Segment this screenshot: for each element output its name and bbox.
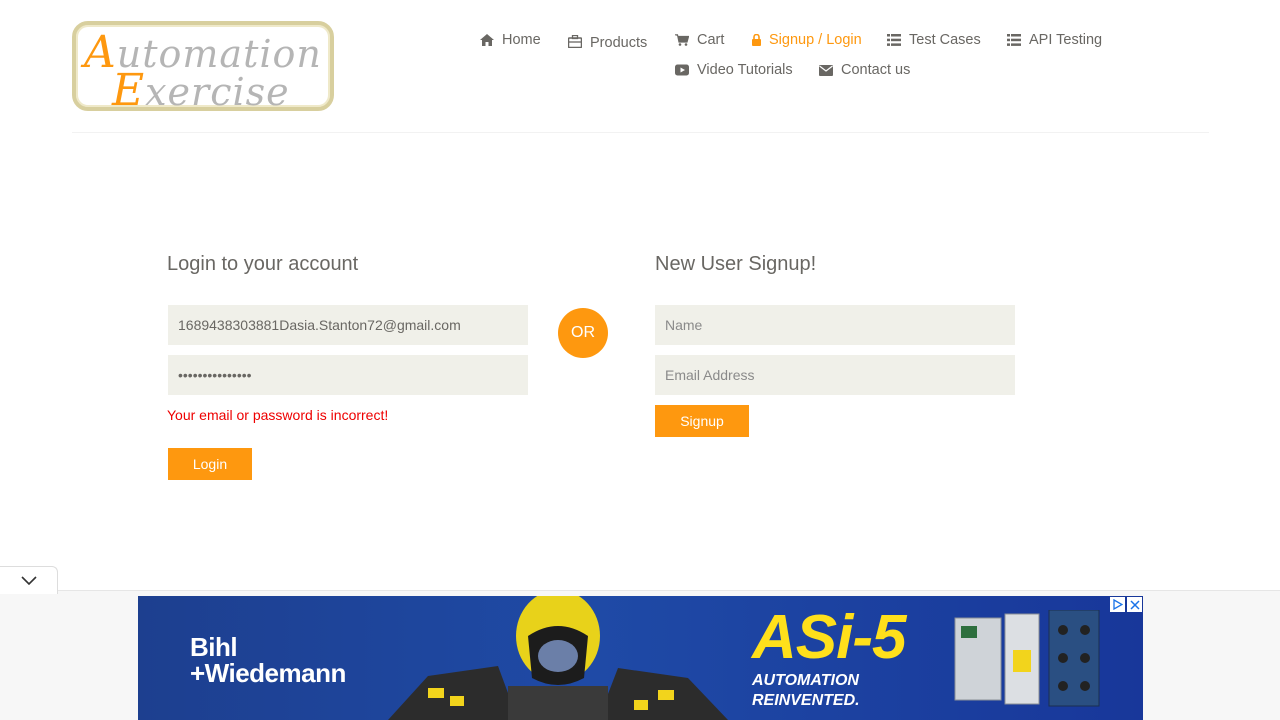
logo-line-2: Exercise <box>112 65 290 116</box>
or-badge: OR <box>558 308 608 358</box>
nav-signup-login[interactable]: Signup / Login <box>752 32 862 48</box>
nav-video-tutorials-label: Video Tutorials <box>697 62 793 78</box>
nav-home-label: Home <box>502 32 541 48</box>
signup-name-field[interactable]: Name <box>655 305 1015 345</box>
list-icon <box>887 34 901 46</box>
nav-home[interactable]: Home <box>480 32 541 48</box>
ad-choices-icon[interactable] <box>1110 597 1125 612</box>
header-divider <box>72 132 1209 133</box>
signup-email-field[interactable]: Email Address <box>655 355 1015 395</box>
nav-cart[interactable]: Cart <box>675 32 724 48</box>
ad-collapse-toggle[interactable] <box>0 566 58 594</box>
login-password-field[interactable]: ••••••••••••••• <box>168 355 528 395</box>
login-error-message: Your email or password is incorrect! <box>167 407 389 423</box>
login-button[interactable]: Login <box>168 448 252 480</box>
nav-test-cases-label: Test Cases <box>909 32 981 48</box>
briefcase-icon <box>568 34 582 48</box>
login-title: Login to your account <box>167 253 359 275</box>
nav-api-testing-label: API Testing <box>1029 32 1103 48</box>
chevron-down-icon <box>20 576 37 585</box>
signup-title: New User Signup! <box>655 253 817 275</box>
list-icon <box>1007 34 1021 46</box>
device-image <box>954 610 1100 707</box>
youtube-play-icon <box>675 64 689 76</box>
site-logo[interactable]: Automation Exercise <box>72 21 334 116</box>
nav-video-tutorials[interactable]: Video Tutorials <box>675 62 793 78</box>
advertisement-banner[interactable]: Bihl +Wiedemann ASi-5 AUTOMATION REINVEN… <box>138 596 1143 720</box>
ad-controls <box>1110 597 1142 612</box>
lock-icon <box>752 34 761 46</box>
nav-test-cases[interactable]: Test Cases <box>887 32 981 48</box>
ad-brand-line-2: +Wiedemann <box>190 658 346 688</box>
envelope-icon <box>819 64 833 76</box>
cart-icon <box>675 34 689 46</box>
nav-signup-login-label: Signup / Login <box>769 32 862 48</box>
nav-contact-us-label: Contact us <box>841 62 911 78</box>
signup-button[interactable]: Signup <box>655 405 749 437</box>
nav-cart-label: Cart <box>697 32 725 48</box>
ad-title: ASi-5 <box>752 603 906 672</box>
login-email-field[interactable]: 1689438303881Dasia.Stanton72@gmail.com <box>168 305 528 345</box>
ad-subtitle-line-1: AUTOMATION <box>752 672 859 689</box>
nav-contact-us[interactable]: Contact us <box>819 62 910 78</box>
site-header: Automation Exercise Home Products Cart S… <box>0 0 1280 133</box>
nav-products[interactable]: Products <box>568 31 647 51</box>
nav-products-label: Products <box>590 35 648 51</box>
ad-close-icon[interactable] <box>1127 597 1142 612</box>
robot-image <box>388 596 728 720</box>
nav-api-testing[interactable]: API Testing <box>1007 32 1102 48</box>
ad-subtitle-line-2: REINVENTED. <box>752 692 860 709</box>
logo-text-2: xercise <box>145 70 290 114</box>
logo-cap-e: E <box>112 65 146 116</box>
home-icon <box>480 34 494 46</box>
